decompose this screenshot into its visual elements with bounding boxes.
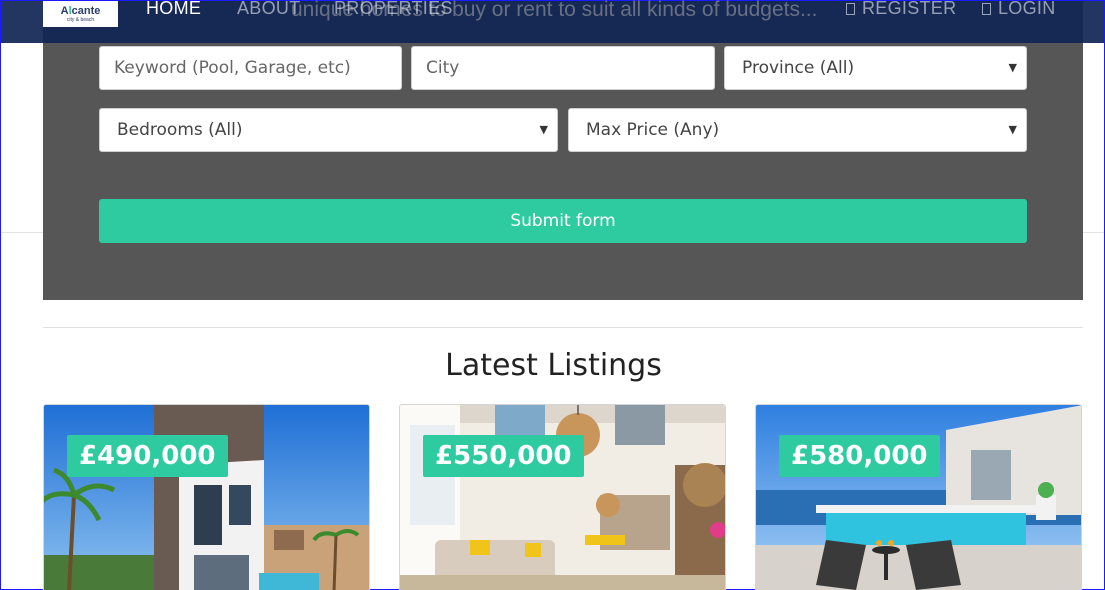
search-panel: Keyword (Pool, Garage, etc) City Provinc… [43,1,1083,300]
nav-home[interactable]: HOME [146,0,201,19]
chevron-down-icon: ▼ [1008,123,1017,136]
nav-register[interactable]: REGISTER [846,0,956,19]
province-select[interactable]: Province (All) ▼ [724,46,1027,90]
listing-photo-villa [44,405,369,590]
city-placeholder: City [426,58,460,78]
site-logo[interactable]: Alcante city & beach [43,1,118,27]
bedrooms-select-value: Bedrooms (All) [117,120,243,140]
max-price-select[interactable]: Max Price (Any) ▼ [568,108,1027,152]
chevron-down-icon: ▼ [539,123,548,136]
user-plus-icon [846,3,855,15]
keyword-placeholder: Keyword (Pool, Garage, etc) [114,58,351,78]
listing-price: £490,000 [67,435,228,477]
sign-in-icon [982,3,991,15]
bedrooms-select[interactable]: Bedrooms (All) ▼ [99,108,558,152]
latest-listings-title: Latest Listings [445,348,662,383]
listing-card[interactable]: £580,000 [755,404,1082,590]
listing-photo-pool [756,405,1081,590]
logo-text: Alcante [60,4,101,17]
navbar: unique homes to buy or rent to suit all … [1,0,1104,43]
logo-subtext: city & beach [66,16,95,23]
nav-login[interactable]: LOGIN [982,0,1056,19]
listing-card[interactable]: £490,000 [43,404,370,590]
section-divider [43,327,1083,328]
keyword-input[interactable]: Keyword (Pool, Garage, etc) [99,46,402,90]
max-price-select-value: Max Price (Any) [586,120,720,140]
city-input[interactable]: City [411,46,715,90]
submit-button[interactable]: Submit form [99,199,1027,243]
listing-photo-interior [400,405,725,590]
nav-register-label: REGISTER [862,0,957,18]
listing-card[interactable]: £550,000 [399,404,726,590]
submit-button-label: Submit form [510,211,616,231]
province-select-value: Province (All) [742,58,855,78]
listing-price: £550,000 [423,435,584,477]
listing-price: £580,000 [779,435,940,477]
nav-login-label: LOGIN [998,0,1056,18]
chevron-down-icon: ▼ [1008,61,1017,74]
nav-about[interactable]: ABOUT [237,0,301,19]
nav-properties[interactable]: PROPERTIES [334,0,453,19]
